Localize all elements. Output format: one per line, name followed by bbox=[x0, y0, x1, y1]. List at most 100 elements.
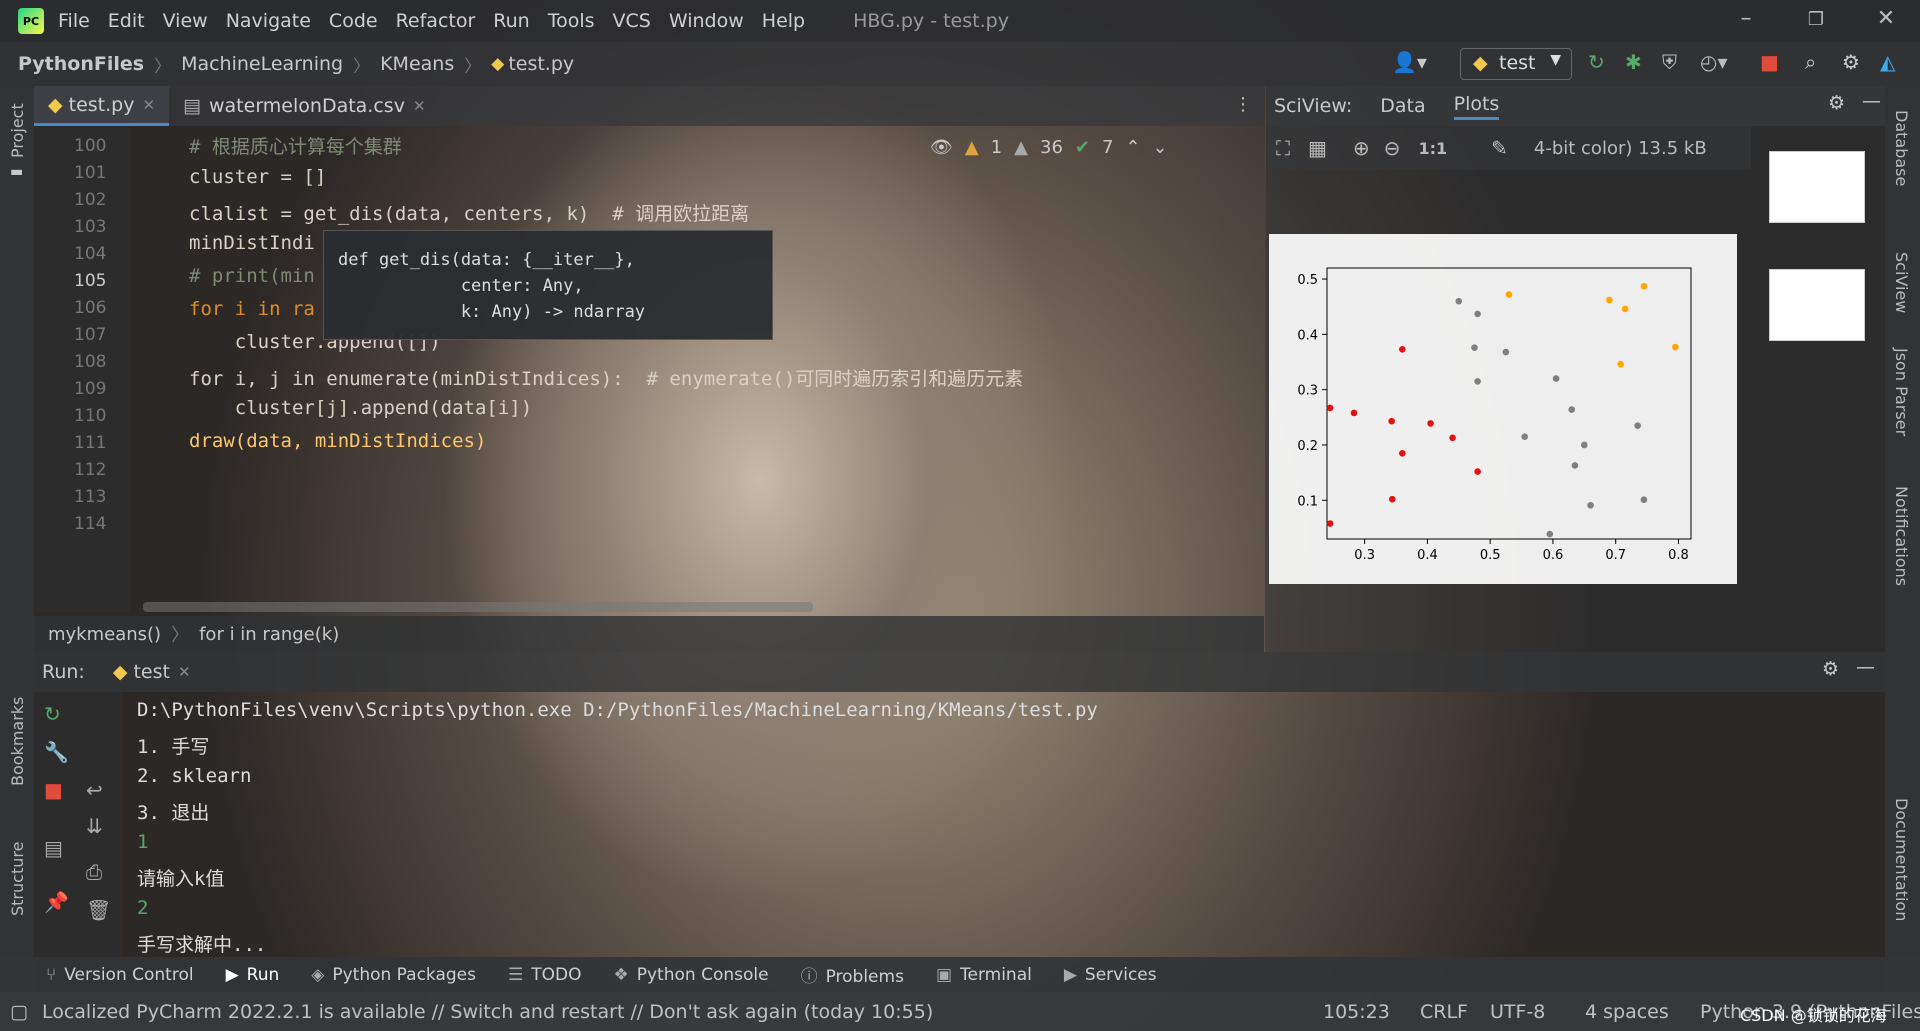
line-number: 102 bbox=[74, 190, 107, 210]
color-picker-icon[interactable]: ✎ bbox=[1491, 136, 1508, 160]
plot-thumbnail-2[interactable] bbox=[1769, 269, 1865, 341]
menu-window[interactable]: Window bbox=[669, 10, 744, 32]
actual-size-button[interactable]: 1:1 bbox=[1418, 139, 1447, 158]
settings-icon[interactable]: ⚙ bbox=[1822, 658, 1839, 680]
zoom-out-icon[interactable]: ⊖ bbox=[1384, 136, 1401, 160]
breadcrumb-loop[interactable]: for i in range(k) bbox=[199, 624, 339, 645]
minimize-icon[interactable]: – bbox=[1726, 6, 1766, 31]
trash-icon[interactable]: 🗑 bbox=[86, 898, 111, 922]
close-tab-icon[interactable]: ✕ bbox=[142, 96, 155, 114]
data-point bbox=[1521, 433, 1528, 440]
profile-icon[interactable]: ◴▾ bbox=[1700, 50, 1728, 74]
tool-services[interactable]: ▶ Services bbox=[1064, 965, 1157, 985]
tab-watermelon-csv[interactable]: ▤ watermelonData.csv ✕ bbox=[169, 86, 439, 126]
fit-icon[interactable]: ⛶ bbox=[1276, 136, 1290, 160]
tool-python-packages[interactable]: ◈ Python Packages bbox=[311, 965, 476, 985]
grid-icon[interactable]: ▦ bbox=[1308, 136, 1327, 160]
inspection-widget[interactable]: 👁 ▲ 1 ▲ 36 ✔ 7 ⌃ ⌄ bbox=[930, 133, 1168, 161]
x-tick-label: 0.6 bbox=[1543, 548, 1564, 563]
close-tab-icon[interactable]: ✕ bbox=[413, 97, 426, 115]
menu-help[interactable]: Help bbox=[762, 10, 805, 32]
restore-icon[interactable]: ❐ bbox=[1796, 9, 1836, 30]
check-icon: ✔ bbox=[1074, 136, 1090, 158]
sciview-tool-label[interactable]: SciView bbox=[1892, 252, 1911, 313]
coverage-icon[interactable]: ⛨ bbox=[1662, 50, 1677, 74]
chevron-up-icon[interactable]: ⌃ bbox=[1125, 137, 1140, 158]
tool-problems[interactable]: ⓘ Problems bbox=[801, 962, 904, 987]
rerun-icon[interactable]: ↻ bbox=[1588, 50, 1605, 74]
tool-run[interactable]: ▶ Run bbox=[226, 965, 280, 985]
menu-tools[interactable]: Tools bbox=[548, 10, 595, 32]
settings-icon[interactable]: ⚙ bbox=[1828, 92, 1845, 114]
stop-icon[interactable]: ■ bbox=[44, 778, 63, 802]
menu-view[interactable]: View bbox=[163, 10, 208, 32]
database-tool-label[interactable]: Database bbox=[1892, 110, 1911, 186]
wrench-icon[interactable]: 🔧 bbox=[44, 740, 69, 764]
hide-icon[interactable]: 👁 bbox=[930, 137, 953, 158]
plugin-icon[interactable]: ◭ bbox=[1880, 50, 1895, 74]
menu-run[interactable]: Run bbox=[493, 10, 529, 32]
stop-icon[interactable]: ■ bbox=[1760, 50, 1779, 74]
data-point bbox=[1449, 434, 1456, 442]
close-window-icon[interactable]: ✕ bbox=[1866, 6, 1906, 31]
tool-todo[interactable]: ☰ TODO bbox=[508, 965, 582, 985]
bookmarks-tool-label[interactable]: Bookmarks bbox=[8, 697, 27, 786]
crumb-folder[interactable]: MachineLearning bbox=[181, 53, 343, 75]
menu-code[interactable]: Code bbox=[329, 10, 378, 32]
search-icon[interactable]: ⌕ bbox=[1805, 50, 1816, 74]
breadcrumb-function[interactable]: mykmeans() bbox=[48, 624, 161, 645]
hide-panel-icon[interactable]: — bbox=[1862, 90, 1881, 112]
menu-vcs[interactable]: VCS bbox=[613, 10, 651, 32]
tab-plots[interactable]: Plots bbox=[1453, 93, 1500, 120]
json-parser-tool-label[interactable]: Json Parser bbox=[1892, 348, 1911, 436]
pin-icon[interactable]: 📌 bbox=[44, 890, 69, 914]
notifications-tool-label[interactable]: Notifications bbox=[1892, 486, 1911, 586]
status-message[interactable]: Localized PyCharm 2022.2.1 is available … bbox=[42, 1001, 933, 1023]
chevron-down-icon[interactable]: ⌄ bbox=[1153, 137, 1168, 158]
menu-refactor[interactable]: Refactor bbox=[396, 10, 476, 32]
caret-position[interactable]: 105:23 bbox=[1323, 1001, 1390, 1023]
close-tab-icon[interactable]: ✕ bbox=[178, 663, 191, 681]
crumb-subfolder[interactable]: KMeans bbox=[380, 53, 454, 75]
console-line: 3. 退出 bbox=[137, 802, 210, 824]
soft-wrap-icon[interactable]: ↩ bbox=[86, 778, 103, 802]
status-toggle-icon[interactable]: ▢ bbox=[10, 1001, 28, 1023]
crumb-project[interactable]: PythonFiles bbox=[18, 53, 144, 75]
code-line: minDistIndi bbox=[189, 232, 315, 254]
pycharm-logo-icon[interactable]: PC bbox=[18, 8, 44, 34]
left-tool-strip: Project ▬ Bookmarks Structure bbox=[0, 86, 34, 992]
structure-tool-label[interactable]: Structure bbox=[8, 842, 27, 916]
layout-icon[interactable]: ▤ bbox=[44, 836, 63, 860]
rerun-icon[interactable]: ↻ bbox=[44, 702, 61, 726]
code-line: draw(data, minDistIndices) bbox=[189, 430, 487, 452]
scroll-to-end-icon[interactable]: ⇊ bbox=[86, 814, 103, 838]
menu-edit[interactable]: Edit bbox=[108, 10, 145, 32]
documentation-tool-label[interactable]: Documentation bbox=[1892, 798, 1911, 921]
print-icon[interactable]: ⎙ bbox=[86, 860, 102, 884]
tab-data[interactable]: Data bbox=[1380, 95, 1425, 117]
menu-file[interactable]: File bbox=[58, 10, 90, 32]
user-icon[interactable]: 👤▾ bbox=[1392, 50, 1427, 74]
plot-thumbnail-1[interactable] bbox=[1769, 151, 1865, 223]
tool-terminal[interactable]: ▣ Terminal bbox=[936, 965, 1032, 985]
zoom-in-icon[interactable]: ⊕ bbox=[1353, 136, 1370, 160]
tool-version-control[interactable]: ⑂ Version Control bbox=[46, 965, 194, 985]
horizontal-scrollbar[interactable] bbox=[143, 602, 813, 612]
run-tab[interactable]: test bbox=[133, 661, 170, 683]
settings-icon[interactable]: ⚙ bbox=[1842, 50, 1860, 74]
line-separator[interactable]: CRLF bbox=[1420, 1001, 1468, 1023]
menu-navigate[interactable]: Navigate bbox=[226, 10, 311, 32]
project-tool-label[interactable]: Project bbox=[8, 103, 27, 158]
tool-python-console[interactable]: ❖ Python Console bbox=[614, 965, 769, 985]
file-encoding[interactable]: UTF-8 bbox=[1490, 1001, 1545, 1023]
tab-test-py[interactable]: ◆ test.py ✕ bbox=[34, 86, 170, 126]
run-config-select[interactable]: ◆ test ▼ bbox=[1460, 48, 1572, 80]
more-icon[interactable]: ⋮ bbox=[1234, 94, 1252, 115]
ok-count: 7 bbox=[1102, 136, 1114, 158]
line-number: 104 bbox=[74, 244, 107, 264]
hide-panel-icon[interactable]: — bbox=[1856, 656, 1875, 678]
debug-icon[interactable]: ✱ bbox=[1625, 50, 1642, 74]
indent-setting[interactable]: 4 spaces bbox=[1585, 1001, 1669, 1023]
crumb-file[interactable]: test.py bbox=[508, 53, 574, 75]
csv-file-icon: ▤ bbox=[183, 95, 201, 117]
